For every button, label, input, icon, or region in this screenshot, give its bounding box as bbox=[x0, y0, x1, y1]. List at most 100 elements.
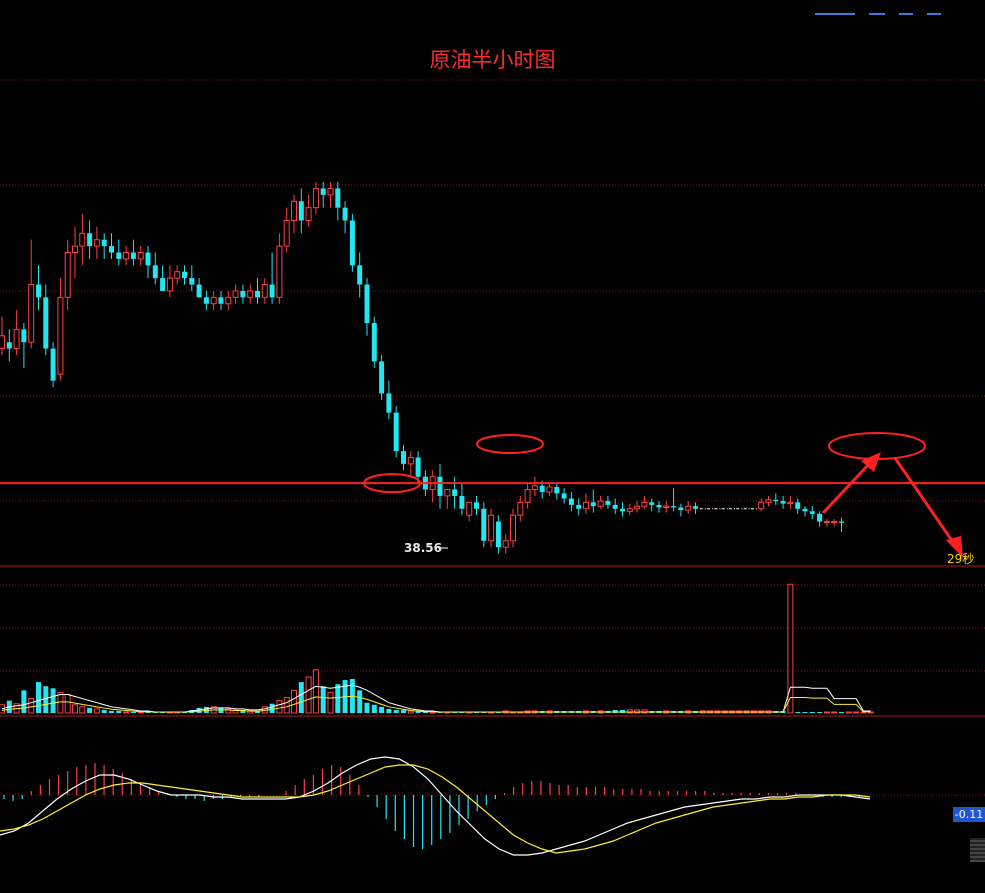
candle-body-down bbox=[116, 252, 122, 259]
candle-body-down bbox=[539, 485, 545, 493]
candle-body-down bbox=[218, 297, 224, 304]
macd-dea-line bbox=[0, 764, 871, 854]
volume-bar bbox=[612, 709, 618, 713]
candle-body-down bbox=[255, 290, 260, 298]
volume-bar bbox=[386, 708, 392, 713]
volume-bar bbox=[620, 709, 625, 713]
volume-bar bbox=[109, 710, 114, 713]
volume-bar bbox=[795, 711, 801, 713]
volume-bar bbox=[839, 711, 844, 713]
volume-bar bbox=[831, 711, 838, 714]
volume-bar bbox=[276, 700, 283, 714]
candle-body-down bbox=[568, 498, 574, 505]
volume-bar bbox=[401, 709, 406, 713]
candle-body-down bbox=[605, 501, 611, 505]
candle-body-up bbox=[247, 290, 254, 298]
volume-bar bbox=[28, 698, 35, 714]
volume-bar bbox=[853, 711, 860, 714]
macd-dif-line bbox=[0, 756, 871, 856]
candle-body-up bbox=[626, 508, 633, 512]
candle-body-down bbox=[6, 342, 12, 349]
volume-bar bbox=[64, 693, 71, 714]
candle-body-down bbox=[780, 501, 786, 504]
candle-body-down bbox=[298, 201, 304, 221]
candle-body-up bbox=[634, 505, 641, 510]
candle-body-down bbox=[795, 502, 801, 509]
candle-body-down bbox=[386, 393, 392, 413]
candle-body-up bbox=[531, 485, 538, 491]
candle-body-up bbox=[407, 457, 414, 465]
volume-bar bbox=[393, 709, 399, 713]
volume-bar bbox=[335, 684, 341, 713]
candle-body-down bbox=[401, 451, 406, 464]
volume-bar bbox=[72, 704, 78, 714]
candle-body-down bbox=[36, 284, 41, 298]
volume-bar bbox=[269, 703, 275, 713]
candle-body-up bbox=[261, 284, 268, 298]
volume-bar bbox=[283, 697, 290, 714]
candle-body-up bbox=[225, 296, 232, 305]
candle-body-down bbox=[240, 290, 246, 298]
low-price-label: 38.56 bbox=[404, 541, 442, 555]
candle-body-down bbox=[590, 502, 596, 507]
macd-panel bbox=[0, 756, 871, 856]
candle-body-down bbox=[481, 508, 487, 541]
candle-body-down bbox=[335, 188, 341, 208]
volume-bar bbox=[641, 709, 648, 714]
candle-body-down bbox=[678, 507, 684, 511]
candle-body-up bbox=[641, 501, 648, 507]
candle-body-up bbox=[787, 501, 794, 505]
candle-body-down bbox=[189, 278, 195, 285]
candle-body-up bbox=[13, 328, 20, 350]
candle-body-down bbox=[182, 271, 187, 279]
candle-body-up bbox=[663, 505, 670, 508]
volume-bar bbox=[101, 709, 107, 713]
candle-body-up bbox=[312, 187, 319, 209]
candle-body-up bbox=[685, 505, 692, 511]
candle-body-down bbox=[50, 348, 56, 381]
candle-body-up bbox=[517, 501, 524, 516]
candle-body-down bbox=[817, 513, 823, 522]
grid-lines bbox=[0, 79, 985, 796]
candle-body-down bbox=[459, 495, 465, 509]
volume-bar bbox=[218, 707, 224, 713]
candle-body-up bbox=[0, 335, 5, 350]
volume-bar bbox=[93, 708, 100, 714]
arrow-up-line bbox=[821, 461, 872, 515]
volume-bar bbox=[357, 690, 363, 713]
candle-body-up bbox=[510, 514, 516, 542]
volume-bar bbox=[116, 710, 122, 713]
candle-body-down bbox=[561, 493, 567, 499]
countdown-label: 29秒 bbox=[947, 552, 975, 566]
candle-body-up bbox=[488, 514, 495, 542]
volume-bar bbox=[407, 710, 414, 714]
chart-title: 原油半小时图 bbox=[429, 48, 556, 72]
candle-body-up bbox=[597, 500, 604, 507]
candle-body-down bbox=[554, 486, 560, 494]
candle-body-up bbox=[327, 187, 334, 196]
volume-bar bbox=[291, 689, 297, 714]
scroll-handle[interactable] bbox=[970, 838, 985, 862]
candle-body-down bbox=[437, 476, 443, 496]
candle-body-up bbox=[831, 521, 838, 524]
candle-body-up bbox=[72, 245, 78, 253]
candle-body-up bbox=[174, 271, 181, 279]
candle-body-up bbox=[823, 521, 830, 524]
candle-body-down bbox=[393, 412, 399, 452]
volume-ma-white bbox=[1, 684, 871, 713]
highlight-ellipse bbox=[476, 434, 544, 454]
volume-bar bbox=[327, 691, 334, 714]
candle-body-down bbox=[21, 329, 27, 343]
candle-body-down bbox=[145, 252, 151, 266]
volume-bar bbox=[43, 686, 49, 713]
volume-bar bbox=[305, 676, 312, 714]
volume-bar bbox=[21, 690, 27, 713]
macd-value-badge: -0.11 bbox=[953, 807, 985, 822]
volume-bar bbox=[802, 711, 808, 713]
volume-bar bbox=[379, 706, 385, 713]
candle-body-down bbox=[576, 504, 582, 509]
volume-panel bbox=[0, 583, 874, 714]
candle-body-down bbox=[43, 297, 49, 349]
candle-body-up bbox=[57, 296, 64, 375]
candle-body-down bbox=[379, 361, 385, 394]
